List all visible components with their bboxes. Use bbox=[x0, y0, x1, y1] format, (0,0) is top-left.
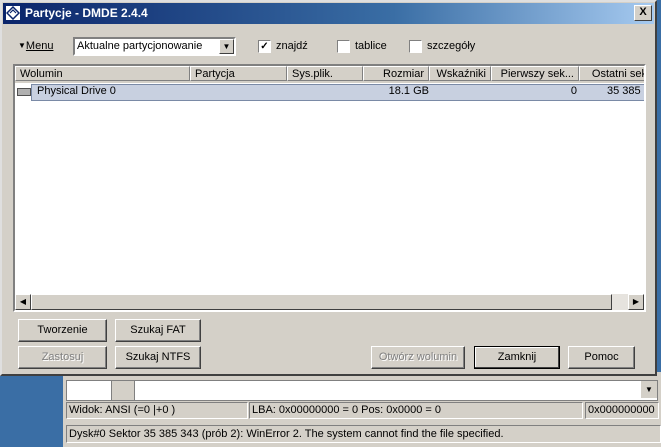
input-separator bbox=[111, 381, 135, 400]
cell-size: 18.1 GB bbox=[388, 85, 429, 97]
column-header-row: Wolumin Partycja Sys.plik. Rozmiar Wskaź… bbox=[15, 66, 644, 83]
status-bar: Widok: ANSI (=0 |+0 ) LBA: 0x00000000 = … bbox=[66, 402, 659, 419]
column-header-first-sector[interactable]: Pierwszy sek... bbox=[491, 66, 579, 81]
apply-button[interactable]: Zastosuj bbox=[18, 346, 107, 369]
window-title: Partycje - DMDE 2.4.4 bbox=[25, 6, 148, 20]
open-volume-button[interactable]: Otwórz wolumin bbox=[371, 346, 465, 369]
chevron-down-icon[interactable]: ▼ bbox=[219, 39, 234, 54]
cell-volume: Physical Drive 0 bbox=[37, 85, 116, 97]
column-header-flags[interactable]: Wskaźniki bbox=[429, 66, 491, 81]
column-header-partition[interactable]: Partycja bbox=[190, 66, 287, 81]
close-icon: X bbox=[639, 6, 647, 18]
status-view: Widok: ANSI (=0 |+0 ) bbox=[66, 402, 248, 419]
row-selection bbox=[31, 84, 644, 101]
checkbox-details-label: szczegóły bbox=[427, 40, 476, 52]
help-button[interactable]: Pomoc bbox=[568, 346, 635, 369]
horizontal-scrollbar[interactable]: ◀ ▶ bbox=[15, 294, 644, 310]
partition-mode-value: Aktualne partycjonowanie bbox=[77, 40, 203, 52]
column-header-filesystem[interactable]: Sys.plik. bbox=[287, 66, 363, 81]
checkbox-find-label: znajdź bbox=[276, 40, 308, 52]
chevron-down-icon[interactable]: ▼ bbox=[640, 381, 657, 398]
checkbox-details-box[interactable] bbox=[409, 40, 422, 53]
create-button[interactable]: Tworzenie bbox=[18, 319, 107, 342]
cell-first-sector: 0 bbox=[570, 85, 577, 97]
title-bar[interactable]: Partycje - DMDE 2.4.4 X bbox=[3, 3, 654, 24]
scrollbar-thumb[interactable] bbox=[31, 294, 612, 310]
table-row[interactable]: Physical Drive 0 18.1 GB 0 35 385 3 bbox=[15, 84, 646, 101]
search-fat-button[interactable]: Szukaj FAT bbox=[115, 319, 201, 342]
column-header-volume[interactable]: Wolumin bbox=[15, 66, 190, 81]
menu-label: Menu bbox=[25, 40, 54, 52]
partition-mode-select[interactable]: Aktualne partycjonowanie ▼ bbox=[73, 37, 236, 56]
checkbox-tables-box[interactable] bbox=[337, 40, 350, 53]
partitions-list[interactable]: Wolumin Partycja Sys.plik. Rozmiar Wskaź… bbox=[13, 64, 646, 312]
message-bar: Dysk#0 Sektor 35 385 343 (prób 2): WinEr… bbox=[66, 425, 661, 443]
desktop-background bbox=[0, 372, 63, 447]
close-dialog-button[interactable]: Zamknij bbox=[474, 346, 560, 369]
scroll-right-icon[interactable]: ▶ bbox=[628, 294, 644, 310]
background-command-input[interactable]: ▼ bbox=[66, 380, 658, 401]
menu-button[interactable]: ▼Menu bbox=[18, 40, 53, 52]
column-header-last-sector[interactable]: Ostatni sekt bbox=[579, 66, 644, 81]
checkbox-tables-label: tablice bbox=[355, 40, 387, 52]
status-offset: 0x000000000 bbox=[585, 402, 659, 419]
scroll-left-icon[interactable]: ◀ bbox=[15, 294, 31, 310]
hard-drive-icon bbox=[17, 88, 31, 96]
partitions-dialog: Partycje - DMDE 2.4.4 X ▼Menu Aktualne p… bbox=[0, 0, 657, 376]
checkmark-icon[interactable]: ✓ bbox=[258, 40, 271, 53]
cell-last-sector: 35 385 3 bbox=[607, 85, 646, 97]
column-header-size[interactable]: Rozmiar bbox=[363, 66, 429, 81]
app-icon bbox=[6, 6, 20, 20]
triangle-down-icon: ▼ bbox=[18, 41, 26, 50]
status-lba: LBA: 0x00000000 = 0 Pos: 0x0000 = 0 bbox=[249, 402, 583, 419]
search-ntfs-button[interactable]: Szukaj NTFS bbox=[115, 346, 201, 369]
close-button[interactable]: X bbox=[634, 5, 652, 21]
